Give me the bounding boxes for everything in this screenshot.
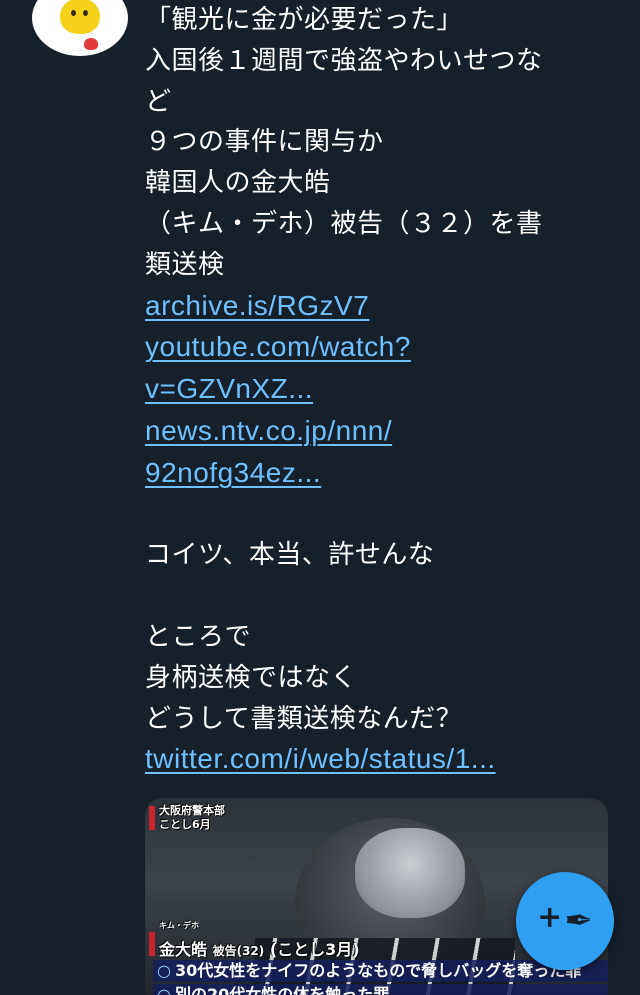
media-ruby: キム・デホ [159, 921, 199, 930]
avatar[interactable] [32, 0, 128, 56]
plus-icon: + [537, 900, 563, 935]
strip-text: 30代女性をナイフのようなもので脅しバッグを奪った罪 [174, 961, 582, 980]
tweet-text-line: 「観光に金が必要だった」 [145, 5, 464, 35]
face-mask [355, 828, 465, 918]
media-caption: 金大皓 被告(32) (ことし3月) [159, 936, 360, 960]
tweet-question-line: どうして書類送検なんだ？ [145, 703, 463, 734]
media-strip-2: ○ 別の20代女性の体を触った罪 [153, 984, 608, 995]
tweet-text-line: 類送検 [145, 249, 225, 280]
tweet-question-line: 身柄送検ではなく [145, 662, 358, 693]
link-ntv-cont[interactable]: 92nofg34ez... [145, 457, 321, 488]
link-twitter-status[interactable]: twitter.com/i/web/status/1... [145, 743, 496, 774]
caption-bar [149, 932, 155, 956]
caption-name: 金大皓 [159, 940, 208, 959]
tweet-text-line: （キム・デホ）被告（３２）を書 [145, 208, 543, 239]
tweet-text-line: 韓国人の金大皓 [145, 168, 331, 199]
link-ntv[interactable]: news.ntv.co.jp/nnn/ [145, 415, 392, 446]
mascot-icon [60, 0, 100, 50]
tweet-text-line: ９つの事件に関与か [145, 127, 384, 158]
link-youtube-cont[interactable]: v=GZVnXZ... [145, 373, 313, 404]
tweet-comment: コイツ、本当、許せんな [145, 540, 435, 571]
link-youtube[interactable]: youtube.com/watch? [145, 331, 411, 362]
compose-tweet-button[interactable]: + ✒ [516, 872, 614, 970]
tweet-question-line: ところで [145, 621, 252, 652]
tag-bar [149, 806, 155, 830]
tweet-text-line: ど [145, 86, 172, 117]
heart-icon [84, 38, 98, 50]
caption-when: (ことし3月) [269, 940, 360, 959]
caption-age: 被告(32) [212, 944, 265, 958]
tweet-body: 「観光に金が必要だった」 入国後１週間で強盗やわいせつな ど ９つの事件に関与か… [145, 0, 615, 781]
feather-icon: ✒ [564, 901, 593, 941]
media-tag-date: ことし6月 [159, 818, 211, 831]
tweet-text-line: 入国後１週間で強盗やわいせつな [145, 45, 543, 76]
link-archive[interactable]: archive.is/RGzV7 [145, 290, 369, 321]
strip-text: 別の20代女性の体を触った罪 [174, 985, 390, 995]
